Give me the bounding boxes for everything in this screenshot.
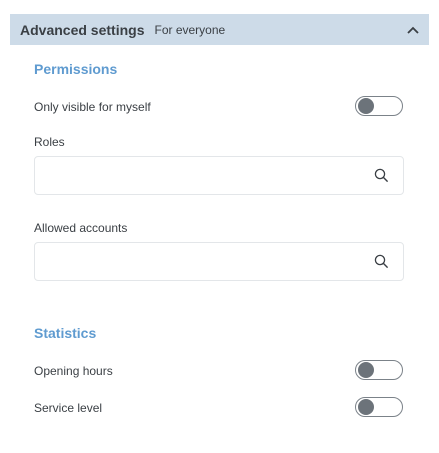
header-title: Advanced settings [20,21,145,38]
allowed-accounts-label: Allowed accounts [34,221,128,235]
opening-hours-toggle[interactable] [355,360,403,380]
permissions-section-title: Permissions [34,61,118,77]
toggle-knob [358,362,374,378]
service-level-label: Service level [34,401,103,415]
chevron-up-icon[interactable] [405,22,421,38]
toggle-knob [358,98,374,114]
only-visible-toggle[interactable] [355,96,403,116]
only-visible-label: Only visible for myself [34,100,151,114]
opening-hours-label: Opening hours [34,364,113,378]
roles-label: Roles [34,135,65,149]
advanced-settings-panel: Advanced settings For everyone Permissio… [10,14,429,439]
search-icon[interactable] [374,168,389,183]
header-subtitle: For everyone [154,22,226,37]
roles-input[interactable] [34,156,404,195]
statistics-section-title: Statistics [34,325,97,341]
allowed-accounts-input[interactable] [34,242,404,281]
service-level-toggle[interactable] [355,397,403,417]
advanced-settings-header[interactable]: Advanced settings For everyone [10,14,429,45]
search-icon[interactable] [374,254,389,269]
toggle-knob [358,399,374,415]
